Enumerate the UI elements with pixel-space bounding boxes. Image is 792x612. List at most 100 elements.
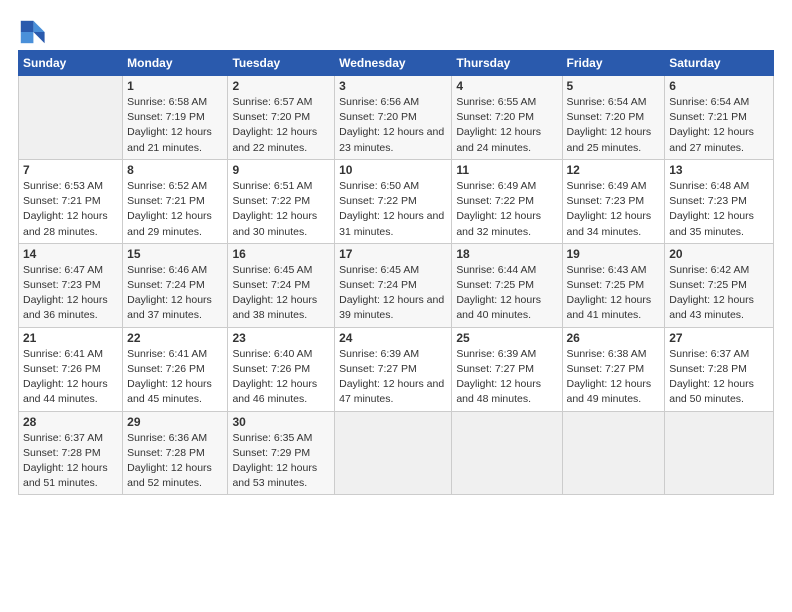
day-number: 25 (456, 331, 557, 345)
calendar-cell: 3 Sunrise: 6:56 AMSunset: 7:20 PMDaylight… (335, 76, 452, 160)
calendar-cell: 23 Sunrise: 6:40 AMSunset: 7:26 PMDayligh… (228, 327, 335, 411)
weekday-header: Wednesday (335, 51, 452, 76)
day-info: Sunrise: 6:43 AMSunset: 7:25 PMDaylight:… (567, 263, 661, 324)
day-info: Sunrise: 6:38 AMSunset: 7:27 PMDaylight:… (567, 347, 661, 408)
day-info: Sunrise: 6:54 AMSunset: 7:21 PMDaylight:… (669, 95, 769, 156)
calendar-cell: 22Sunrise: 6:41 AMSunset: 7:26 PMDayligh… (123, 327, 228, 411)
calendar-cell: 15 Sunrise: 6:46 AMSunset: 7:24 PMDayligh… (123, 243, 228, 327)
day-info: Sunrise: 6:45 AMSunset: 7:24 PMDaylight:… (339, 263, 447, 324)
day-number: 5 (567, 79, 661, 93)
header-row (18, 18, 774, 46)
calendar-cell: 25 Sunrise: 6:39 AMSunset: 7:27 PMDayligh… (452, 327, 562, 411)
calendar-cell: 24Sunrise: 6:39 AMSunset: 7:27 PMDayligh… (335, 327, 452, 411)
calendar-cell: 11 Sunrise: 6:49 AMSunset: 7:22 PMDayligh… (452, 159, 562, 243)
day-number: 9 (232, 163, 330, 177)
calendar-cell: 19 Sunrise: 6:43 AMSunset: 7:25 PMDayligh… (562, 243, 665, 327)
day-info: Sunrise: 6:54 AMSunset: 7:20 PMDaylight:… (567, 95, 661, 156)
day-number: 17 (339, 247, 447, 261)
day-info: Sunrise: 6:48 AMSunset: 7:23 PMDaylight:… (669, 179, 769, 240)
day-number: 19 (567, 247, 661, 261)
day-number: 18 (456, 247, 557, 261)
day-number: 26 (567, 331, 661, 345)
day-number: 12 (567, 163, 661, 177)
calendar-cell: 28 Sunrise: 6:37 AMSunset: 7:28 PMDayligh… (19, 411, 123, 495)
weekday-header: Monday (123, 51, 228, 76)
calendar-cell: 4Sunrise: 6:55 AMSunset: 7:20 PMDaylight… (452, 76, 562, 160)
day-number: 20 (669, 247, 769, 261)
day-number: 11 (456, 163, 557, 177)
day-info: Sunrise: 6:50 AMSunset: 7:22 PMDaylight:… (339, 179, 447, 240)
day-number: 14 (23, 247, 118, 261)
day-info: Sunrise: 6:51 AMSunset: 7:22 PMDaylight:… (232, 179, 330, 240)
calendar-cell (665, 411, 774, 495)
day-number: 16 (232, 247, 330, 261)
day-info: Sunrise: 6:37 AMSunset: 7:28 PMDaylight:… (23, 431, 118, 492)
calendar-cell: 27 Sunrise: 6:37 AMSunset: 7:28 PMDayligh… (665, 327, 774, 411)
calendar-cell: 5 Sunrise: 6:54 AMSunset: 7:20 PMDaylight… (562, 76, 665, 160)
logo-icon (18, 18, 46, 46)
calendar-table: SundayMondayTuesdayWednesdayThursdayFrid… (18, 50, 774, 495)
day-number: 13 (669, 163, 769, 177)
calendar-cell: 6 Sunrise: 6:54 AMSunset: 7:21 PMDaylight… (665, 76, 774, 160)
weekday-header: Saturday (665, 51, 774, 76)
calendar-cell (335, 411, 452, 495)
calendar-cell: 7 Sunrise: 6:53 AMSunset: 7:21 PMDaylight… (19, 159, 123, 243)
day-number: 1 (127, 79, 223, 93)
day-number: 15 (127, 247, 223, 261)
logo (18, 18, 50, 46)
day-number: 7 (23, 163, 118, 177)
calendar-cell (562, 411, 665, 495)
calendar-cell: 14 Sunrise: 6:47 AMSunset: 7:23 PMDayligh… (19, 243, 123, 327)
calendar-cell (19, 76, 123, 160)
day-number: 28 (23, 415, 118, 429)
day-number: 30 (232, 415, 330, 429)
day-info: Sunrise: 6:46 AMSunset: 7:24 PMDaylight:… (127, 263, 223, 324)
day-number: 6 (669, 79, 769, 93)
calendar-cell: 26 Sunrise: 6:38 AMSunset: 7:27 PMDayligh… (562, 327, 665, 411)
day-info: Sunrise: 6:36 AMSunset: 7:28 PMDaylight:… (127, 431, 223, 492)
page-container: SundayMondayTuesdayWednesdayThursdayFrid… (0, 0, 792, 505)
day-info: Sunrise: 6:49 AMSunset: 7:23 PMDaylight:… (567, 179, 661, 240)
day-number: 8 (127, 163, 223, 177)
calendar-cell (452, 411, 562, 495)
day-info: Sunrise: 6:57 AMSunset: 7:20 PMDaylight:… (232, 95, 330, 156)
day-info: Sunrise: 6:47 AMSunset: 7:23 PMDaylight:… (23, 263, 118, 324)
day-info: Sunrise: 6:58 AMSunset: 7:19 PMDaylight:… (127, 95, 223, 156)
day-info: Sunrise: 6:42 AMSunset: 7:25 PMDaylight:… (669, 263, 769, 324)
calendar-cell: 16 Sunrise: 6:45 AMSunset: 7:24 PMDayligh… (228, 243, 335, 327)
day-number: 2 (232, 79, 330, 93)
weekday-header: Friday (562, 51, 665, 76)
day-info: Sunrise: 6:49 AMSunset: 7:22 PMDaylight:… (456, 179, 557, 240)
day-info: Sunrise: 6:56 AMSunset: 7:20 PMDaylight:… (339, 95, 447, 156)
calendar-cell: 17 Sunrise: 6:45 AMSunset: 7:24 PMDayligh… (335, 243, 452, 327)
day-number: 4 (456, 79, 557, 93)
calendar-cell: 29Sunrise: 6:36 AMSunset: 7:28 PMDayligh… (123, 411, 228, 495)
day-number: 10 (339, 163, 447, 177)
calendar-cell: 30 Sunrise: 6:35 AMSunset: 7:29 PMDayligh… (228, 411, 335, 495)
weekday-header: Thursday (452, 51, 562, 76)
calendar-cell: 13 Sunrise: 6:48 AMSunset: 7:23 PMDayligh… (665, 159, 774, 243)
weekday-header: Sunday (19, 51, 123, 76)
calendar-cell: 20 Sunrise: 6:42 AMSunset: 7:25 PMDayligh… (665, 243, 774, 327)
day-info: Sunrise: 6:35 AMSunset: 7:29 PMDaylight:… (232, 431, 330, 492)
calendar-cell: 9 Sunrise: 6:51 AMSunset: 7:22 PMDaylight… (228, 159, 335, 243)
day-info: Sunrise: 6:45 AMSunset: 7:24 PMDaylight:… (232, 263, 330, 324)
calendar-cell: 2 Sunrise: 6:57 AMSunset: 7:20 PMDaylight… (228, 76, 335, 160)
day-number: 3 (339, 79, 447, 93)
day-number: 27 (669, 331, 769, 345)
calendar-cell: 21 Sunrise: 6:41 AMSunset: 7:26 PMDayligh… (19, 327, 123, 411)
day-info: Sunrise: 6:40 AMSunset: 7:26 PMDaylight:… (232, 347, 330, 408)
calendar-cell: 8Sunrise: 6:52 AMSunset: 7:21 PMDaylight… (123, 159, 228, 243)
calendar-cell: 10 Sunrise: 6:50 AMSunset: 7:22 PMDayligh… (335, 159, 452, 243)
calendar-cell: 1 Sunrise: 6:58 AMSunset: 7:19 PMDaylight… (123, 76, 228, 160)
day-info: Sunrise: 6:44 AMSunset: 7:25 PMDaylight:… (456, 263, 557, 324)
day-number: 23 (232, 331, 330, 345)
calendar-cell: 12 Sunrise: 6:49 AMSunset: 7:23 PMDayligh… (562, 159, 665, 243)
day-info: Sunrise: 6:37 AMSunset: 7:28 PMDaylight:… (669, 347, 769, 408)
day-info: Sunrise: 6:41 AMSunset: 7:26 PMDaylight:… (23, 347, 118, 408)
day-info: Sunrise: 6:53 AMSunset: 7:21 PMDaylight:… (23, 179, 118, 240)
day-number: 22 (127, 331, 223, 345)
day-info: Sunrise: 6:39 AMSunset: 7:27 PMDaylight:… (456, 347, 557, 408)
day-info: Sunrise: 6:39 AMSunset: 7:27 PMDaylight:… (339, 347, 447, 408)
day-number: 21 (23, 331, 118, 345)
